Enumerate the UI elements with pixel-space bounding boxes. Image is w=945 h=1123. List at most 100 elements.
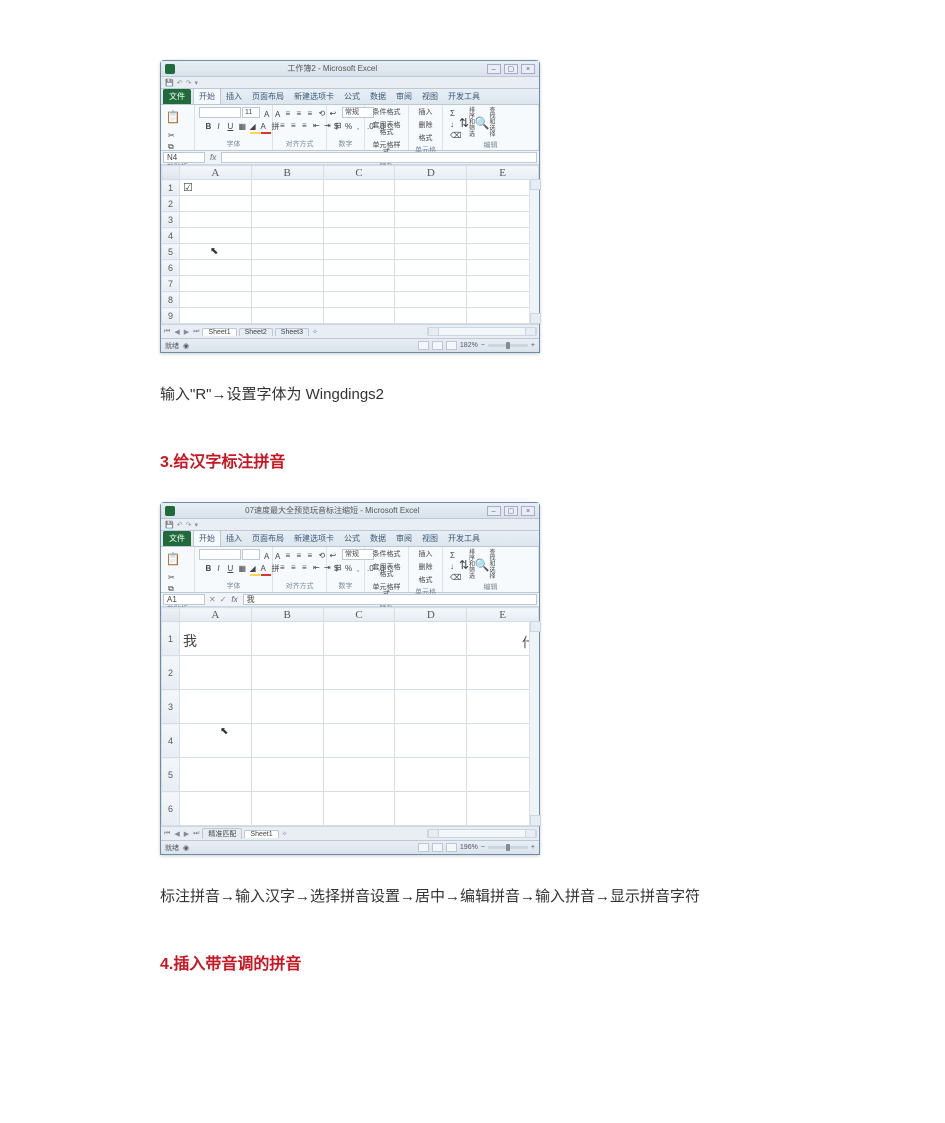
zoom-level[interactable]: 182% xyxy=(460,342,478,349)
cell[interactable] xyxy=(467,792,539,826)
cell[interactable] xyxy=(323,260,395,276)
border-button[interactable]: ▦ xyxy=(236,562,246,572)
cell[interactable] xyxy=(467,196,539,212)
file-tab[interactable]: 文件 xyxy=(163,89,191,104)
grow-font-icon[interactable]: A xyxy=(261,108,271,118)
orientation-icon[interactable]: ⟲ xyxy=(316,107,326,117)
italic-button[interactable]: I xyxy=(214,562,224,572)
minimize-button[interactable]: – xyxy=(487,506,501,516)
sort-filter-button[interactable]: ⇅排序和筛选 xyxy=(459,113,475,133)
row-header[interactable]: 3 xyxy=(162,212,180,228)
align-top-icon[interactable]: ≡ xyxy=(283,107,293,117)
font-size-select[interactable] xyxy=(242,549,260,560)
autosum-icon[interactable]: Σ xyxy=(447,107,457,117)
indent-dec-icon[interactable]: ⇤ xyxy=(310,119,320,129)
font-color-button[interactable]: A xyxy=(258,562,268,572)
qat-more-icon[interactable]: ▾ xyxy=(194,79,198,87)
cell[interactable] xyxy=(467,308,539,324)
cell[interactable] xyxy=(251,292,323,308)
cell[interactable] xyxy=(251,308,323,324)
cell[interactable] xyxy=(180,792,252,826)
file-tab[interactable]: 文件 xyxy=(163,531,191,546)
bold-button[interactable]: B xyxy=(203,562,213,572)
view-layout-icon[interactable] xyxy=(432,843,443,852)
percent-icon[interactable]: % xyxy=(342,562,352,572)
redo-icon[interactable]: ↷ xyxy=(186,521,192,529)
sheet-nav-next-icon[interactable]: ▶ xyxy=(183,328,190,336)
qat-more-icon[interactable]: ▾ xyxy=(194,521,198,529)
cell[interactable] xyxy=(467,656,539,690)
tab-custom[interactable]: 新建选项卡 xyxy=(289,89,339,104)
align-left-icon[interactable]: ≡ xyxy=(277,561,287,571)
tab-view[interactable]: 视图 xyxy=(417,89,443,104)
vertical-scrollbar[interactable] xyxy=(529,621,539,826)
vertical-scrollbar[interactable] xyxy=(529,179,539,324)
row-header[interactable]: 1 xyxy=(162,180,180,196)
zoom-in-icon[interactable]: + xyxy=(531,342,535,349)
tab-home[interactable]: 开始 xyxy=(193,88,221,104)
formula-input[interactable]: 我 xyxy=(243,594,537,605)
align-center-icon[interactable]: ≡ xyxy=(288,561,298,571)
clear-icon[interactable]: ⌫ xyxy=(447,129,457,139)
indent-dec-icon[interactable]: ⇤ xyxy=(310,561,320,571)
cell[interactable]: ⬉ xyxy=(180,244,252,260)
cell[interactable] xyxy=(323,212,395,228)
zoom-slider[interactable] xyxy=(488,344,528,347)
row-header[interactable]: 4 xyxy=(162,724,180,758)
cell[interactable] xyxy=(180,276,252,292)
row-header[interactable]: 9 xyxy=(162,308,180,324)
copy-icon[interactable]: ⧉ xyxy=(165,140,175,150)
fx-icon[interactable]: fx xyxy=(207,153,219,162)
col-header-c[interactable]: C xyxy=(323,608,395,622)
view-normal-icon[interactable] xyxy=(418,341,429,350)
cell[interactable] xyxy=(251,228,323,244)
cell[interactable] xyxy=(251,690,323,724)
horizontal-scrollbar[interactable] xyxy=(427,327,537,336)
align-right-icon[interactable]: ≡ xyxy=(299,119,309,129)
table-format-button[interactable]: 套用表格格式 xyxy=(369,562,404,580)
name-box[interactable]: A1 xyxy=(163,594,205,605)
percent-icon[interactable]: % xyxy=(342,120,352,130)
select-all-corner[interactable] xyxy=(162,166,180,180)
zoom-level[interactable]: 196% xyxy=(460,844,478,851)
sheet-nav-last-icon[interactable]: ⏭ xyxy=(192,830,200,838)
cell[interactable] xyxy=(251,180,323,196)
col-header-d[interactable]: D xyxy=(395,166,467,180)
col-header-e[interactable]: E xyxy=(467,608,539,622)
cell[interactable] xyxy=(467,180,539,196)
macro-record-icon[interactable]: ◉ xyxy=(183,844,189,852)
align-mid-icon[interactable]: ≡ xyxy=(294,107,304,117)
undo-icon[interactable]: ↶ xyxy=(177,521,183,529)
cell[interactable] xyxy=(467,276,539,292)
cell[interactable] xyxy=(180,308,252,324)
save-icon[interactable]: 💾 xyxy=(165,521,174,529)
font-name-select[interactable] xyxy=(199,107,241,118)
delete-cells-button[interactable]: 删除 xyxy=(416,120,436,131)
cell[interactable] xyxy=(467,228,539,244)
cell[interactable] xyxy=(251,792,323,826)
cell[interactable] xyxy=(323,228,395,244)
fill-icon[interactable]: ↓ xyxy=(447,118,457,128)
cell[interactable] xyxy=(395,724,467,758)
row-header[interactable]: 6 xyxy=(162,792,180,826)
align-bot-icon[interactable]: ≡ xyxy=(305,549,315,559)
fill-color-button[interactable]: ◢ xyxy=(247,562,257,572)
cell[interactable] xyxy=(180,758,252,792)
sheet-tab[interactable]: Sheet1 xyxy=(202,328,236,336)
cut-icon[interactable]: ✂ xyxy=(165,571,175,581)
currency-icon[interactable]: $ xyxy=(331,562,341,572)
row-header[interactable]: 7 xyxy=(162,276,180,292)
cell[interactable]: 什 xyxy=(467,622,539,656)
delete-cells-button[interactable]: 删除 xyxy=(416,562,436,573)
row-header[interactable]: 2 xyxy=(162,196,180,212)
tab-insert[interactable]: 插入 xyxy=(221,531,247,546)
cell[interactable] xyxy=(251,260,323,276)
cell-a1[interactable]: 我 xyxy=(180,622,252,656)
cell[interactable] xyxy=(395,758,467,792)
cell[interactable] xyxy=(251,212,323,228)
cell[interactable] xyxy=(395,656,467,690)
cell[interactable] xyxy=(395,308,467,324)
cell[interactable] xyxy=(395,212,467,228)
cell[interactable] xyxy=(323,196,395,212)
find-select-button[interactable]: 🔍查找和选择 xyxy=(477,555,493,575)
